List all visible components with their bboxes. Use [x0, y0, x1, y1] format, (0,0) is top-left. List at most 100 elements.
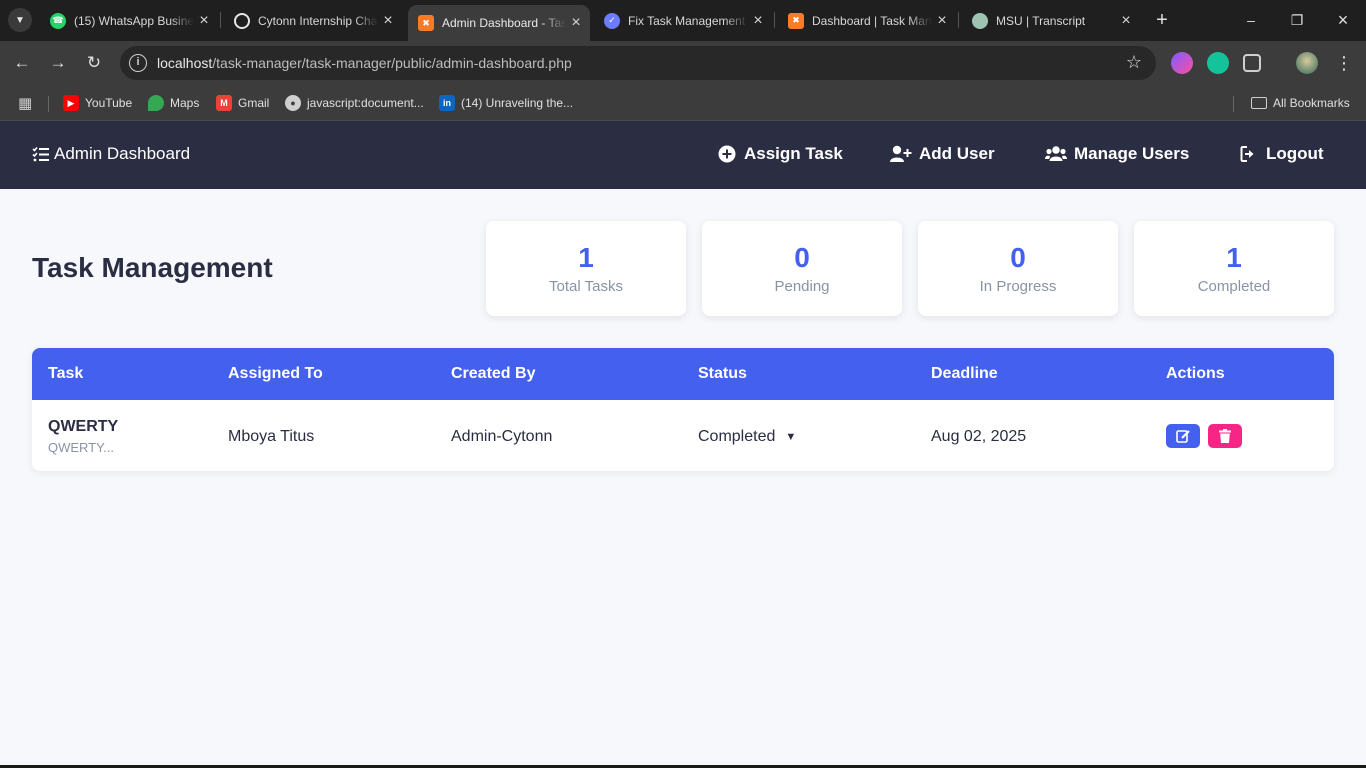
xampp-icon: ✖: [418, 15, 434, 31]
grammarly-icon[interactable]: [1207, 52, 1229, 74]
nav-assign-task[interactable]: Assign Task: [717, 144, 843, 164]
stat-card-in-progress: 0 In Progress: [918, 221, 1118, 316]
tab-separator: [220, 12, 221, 28]
profile-avatar[interactable]: [1296, 52, 1318, 74]
tab-title: Admin Dashboard - Task Manager: [442, 16, 566, 30]
bookmarks-bar: ▦ ▶ YouTube Maps M Gmail ● javascript:do…: [0, 85, 1366, 121]
tab-title: Dashboard | Task Manager: [812, 13, 932, 28]
globe-icon: ●: [285, 95, 301, 111]
browser-tab-strip: ▼ ☎ (15) WhatsApp Business × Cytonn Inte…: [0, 0, 1366, 41]
tab-title: Cytonn Internship Chat: [258, 13, 378, 28]
close-icon[interactable]: ×: [194, 12, 214, 30]
gmail-icon: M: [216, 95, 232, 111]
edit-task-button[interactable]: [1166, 424, 1200, 448]
close-icon[interactable]: ×: [566, 14, 586, 32]
address-bar[interactable]: i localhost/task-manager/task-manager/pu…: [120, 46, 1156, 80]
bookmark-javascript[interactable]: ● javascript:document...: [285, 93, 424, 113]
stat-value: 0: [794, 242, 810, 273]
bookmark-label: javascript:document...: [307, 96, 424, 110]
apps-grid-icon[interactable]: ▦: [18, 93, 32, 113]
nav-manage-users-label: Manage Users: [1074, 144, 1190, 163]
task-description: QWERTY...: [48, 440, 114, 455]
browser-tab-msu[interactable]: MSU | Transcript ×: [962, 6, 1140, 35]
page-title: Task Management: [32, 252, 273, 283]
restore-icon[interactable]: ❐: [1282, 8, 1312, 32]
stat-card-pending: 0 Pending: [702, 221, 902, 316]
task-title: QWERTY: [48, 418, 119, 435]
close-icon[interactable]: ×: [932, 12, 952, 30]
status-select[interactable]: Completed ▼: [698, 428, 796, 446]
bookmark-label: Maps: [170, 96, 200, 110]
bookmark-label: YouTube: [85, 96, 133, 110]
stat-label: Completed: [1197, 278, 1271, 295]
task-list-icon: [32, 146, 49, 162]
tab-separator: [774, 12, 775, 28]
bookmark-separator: [48, 96, 49, 112]
site-info-icon[interactable]: i: [129, 54, 147, 72]
close-icon[interactable]: ×: [1116, 12, 1136, 30]
nav-logout[interactable]: Logout: [1239, 144, 1324, 164]
url-text[interactable]: localhost/task-manager/task-manager/publ…: [157, 55, 572, 71]
stat-value: 0: [1010, 242, 1026, 273]
delete-task-button[interactable]: [1208, 424, 1242, 448]
url-path: /task-manager/task-manager/public/admin-…: [212, 55, 572, 71]
new-tab-button[interactable]: +: [1150, 8, 1174, 32]
caret-down-icon: ▼: [785, 431, 797, 443]
all-bookmarks-label: All Bookmarks: [1273, 96, 1350, 110]
browser-tab-cytonn[interactable]: Cytonn Internship Chat ×: [224, 6, 402, 35]
stat-label: Pending: [774, 278, 830, 295]
nav-logout-label: Logout: [1266, 144, 1324, 163]
brand-label: Admin Dashboard: [54, 144, 191, 163]
close-icon[interactable]: ×: [378, 12, 398, 30]
nav-add-user[interactable]: Add User: [890, 144, 995, 164]
browser-toolbar: ← → ↻ i localhost/task-manager/task-mana…: [0, 41, 1366, 85]
column-header-created-by[interactable]: Created By: [451, 365, 535, 383]
forward-icon[interactable]: →: [46, 51, 70, 75]
status-value: Completed: [698, 428, 776, 445]
nav-add-user-label: Add User: [919, 144, 995, 163]
stat-label: In Progress: [979, 278, 1057, 295]
stat-value: 1: [1226, 242, 1242, 273]
tab-title: MSU | Transcript: [996, 13, 1086, 28]
browser-tab-dashboard[interactable]: ✖ Dashboard | Task Manager ×: [778, 6, 956, 35]
created-by-cell: Admin-Cytonn: [451, 428, 553, 445]
nav-manage-users[interactable]: Manage Users: [1045, 144, 1189, 164]
bookmark-linkedin[interactable]: in (14) Unraveling the...: [439, 93, 573, 113]
reload-icon[interactable]: ↻: [82, 51, 106, 75]
column-header-task[interactable]: Task: [48, 365, 83, 383]
table-header: Task Assigned To Created By Status Deadl…: [32, 348, 1334, 400]
logout-icon: [1239, 145, 1259, 163]
browser-tab-whatsapp[interactable]: ☎ (15) WhatsApp Business ×: [40, 6, 218, 35]
bookmark-maps[interactable]: Maps: [148, 93, 199, 113]
user-plus-icon: [890, 145, 912, 163]
app-navbar: Admin Dashboard Assign Task Add User Man…: [0, 121, 1366, 189]
column-header-deadline[interactable]: Deadline: [931, 365, 998, 383]
trash-icon: [1219, 429, 1231, 443]
close-window-icon[interactable]: ×: [1328, 8, 1358, 32]
bookmark-label: Gmail: [238, 96, 270, 110]
bookmark-star-icon[interactable]: ☆: [1126, 52, 1142, 73]
extensions-puzzle-icon[interactable]: [1243, 54, 1261, 72]
assigned-to-cell: Mboya Titus: [228, 428, 315, 445]
plus-circle-icon: [717, 145, 737, 163]
browser-tab-admin-dashboard[interactable]: ✖ Admin Dashboard - Task Manager ×: [408, 5, 590, 41]
bookmark-gmail[interactable]: M Gmail: [216, 93, 269, 113]
column-header-assigned-to[interactable]: Assigned To: [228, 365, 323, 383]
extension-icon[interactable]: [1171, 52, 1193, 74]
brand-link[interactable]: Admin Dashboard: [32, 144, 190, 164]
bookmark-separator: [1233, 96, 1234, 112]
stat-card-completed: 1 Completed: [1134, 221, 1334, 316]
edit-icon: [1176, 430, 1190, 443]
close-icon[interactable]: ×: [748, 12, 768, 30]
bookmark-youtube[interactable]: ▶ YouTube: [63, 93, 132, 113]
browser-tab-fix-task[interactable]: ✓ Fix Task Management ×: [594, 6, 772, 35]
column-header-status[interactable]: Status: [698, 365, 747, 383]
all-bookmarks-button[interactable]: All Bookmarks: [1251, 93, 1350, 113]
tab-search-button[interactable]: ▼: [8, 8, 32, 32]
msu-icon: [972, 12, 988, 29]
minimize-icon[interactable]: –: [1236, 8, 1266, 32]
column-header-actions: Actions: [1166, 365, 1225, 382]
menu-kebab-icon[interactable]: ⋮: [1332, 51, 1356, 75]
stat-label: Total Tasks: [549, 278, 623, 295]
back-icon[interactable]: ←: [10, 51, 34, 75]
